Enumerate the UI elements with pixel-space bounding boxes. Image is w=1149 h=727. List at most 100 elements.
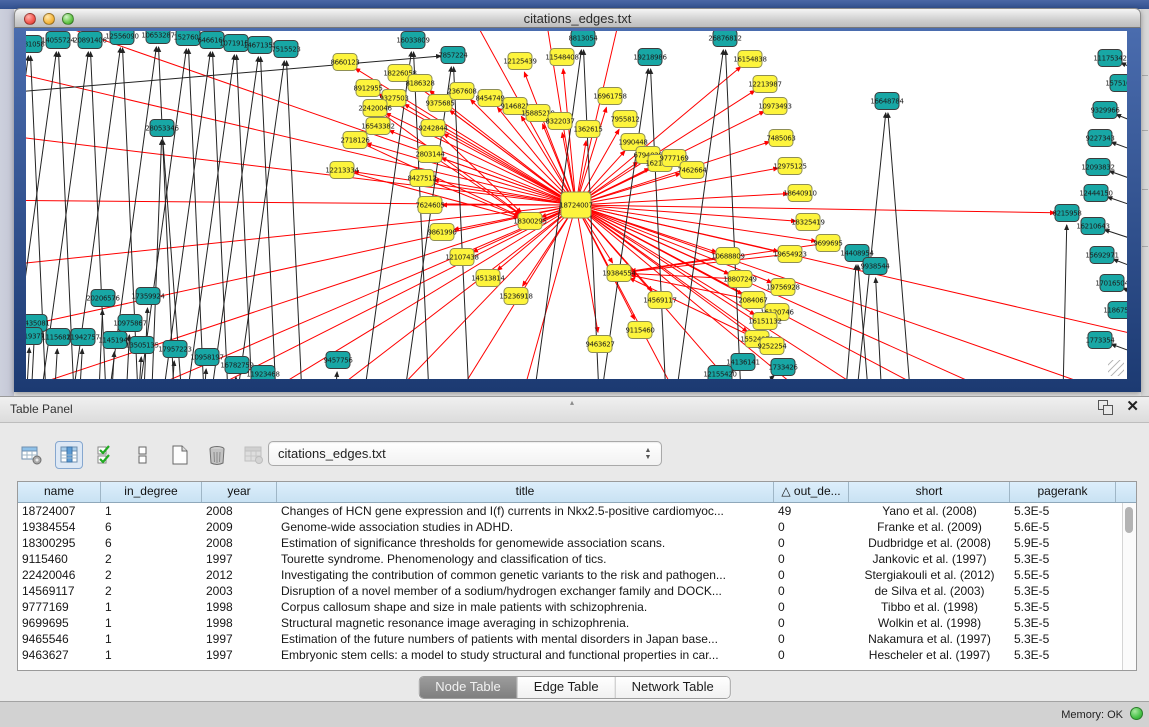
network-window-titlebar[interactable]: citations_edges.txt xyxy=(14,8,1141,28)
table-cell: 0 xyxy=(774,535,849,551)
table-cell: Corpus callosum shape and size in male p… xyxy=(277,599,774,615)
vertical-scrollbar[interactable] xyxy=(1122,503,1136,670)
table-selector-value: citations_edges.txt xyxy=(269,446,639,461)
graph-node-label: 14055724 xyxy=(41,37,75,45)
network-canvas[interactable]: 1872400719384554866012389129551822605893… xyxy=(26,31,1127,379)
tab-edge-table[interactable]: Edge Table xyxy=(518,677,616,698)
network-window[interactable]: citations_edges.txt 18724007193845548660… xyxy=(14,8,1141,392)
zoom-window-button[interactable] xyxy=(62,13,74,25)
deselect-columns-button[interactable] xyxy=(129,441,157,469)
trash-icon xyxy=(206,444,228,466)
import-table-button[interactable] xyxy=(240,441,268,469)
graph-edge xyxy=(576,205,598,332)
graph-node-label: 15751074 xyxy=(1105,80,1127,88)
table-cell: 18724007 xyxy=(18,503,101,519)
graph-node-label: 11923468 xyxy=(246,371,279,379)
table-row[interactable]: 946362711997Embryonic stem cells: a mode… xyxy=(18,647,1136,663)
scrollbar-thumb[interactable] xyxy=(1125,507,1133,533)
table-cell: 2 xyxy=(101,551,202,567)
table-cell: Estimation of significance thresholds fo… xyxy=(277,535,774,551)
close-window-button[interactable] xyxy=(24,13,36,25)
column-header-title[interactable]: title xyxy=(277,482,774,502)
table-selector[interactable]: citations_edges.txt ▲▼ xyxy=(268,441,662,466)
app-screen: citations_edges.txt 18724007193845548660… xyxy=(0,0,1149,727)
create-column-button[interactable] xyxy=(166,441,194,469)
graph-edge xyxy=(1116,114,1127,132)
graph-node-label: 18807249 xyxy=(723,276,756,284)
graph-node-label: 8186328 xyxy=(405,80,434,88)
graph-node-label: 8322037 xyxy=(545,118,574,126)
table-cell: 0 xyxy=(774,519,849,535)
minimize-window-button[interactable] xyxy=(43,13,55,25)
graph-node-label: 1362615 xyxy=(573,126,602,134)
table-row[interactable]: 946554611997Estimation of the future num… xyxy=(18,631,1136,647)
select-columns-button[interactable] xyxy=(92,441,120,469)
table-row[interactable]: 977716911998Corpus callosum shape and si… xyxy=(18,599,1136,615)
table-header-row: namein_degreeyeartitle△ out_de...shortpa… xyxy=(18,482,1136,503)
graph-node-label: 26876812 xyxy=(708,35,741,43)
table-panel-title: Table Panel xyxy=(10,402,73,416)
panel-drag-handle[interactable]: ▴ xyxy=(570,398,574,407)
table-cell: 2008 xyxy=(202,503,277,519)
graph-edge xyxy=(261,57,278,379)
table-cell: Tibbo et al. (1998) xyxy=(849,599,1010,615)
table-cell: 1 xyxy=(101,615,202,631)
table-row[interactable]: 1456911722003Disruption of a novel membe… xyxy=(18,583,1136,599)
table-cell: 5.5E-5 xyxy=(1010,567,1116,583)
show-columns-button[interactable] xyxy=(55,441,83,469)
graph-edge xyxy=(1109,171,1127,189)
graph-node-label: 9463627 xyxy=(585,341,614,349)
table-mode-button[interactable] xyxy=(18,441,46,469)
table-cell: 1998 xyxy=(202,599,277,615)
graph-node-label: 17957223 xyxy=(158,346,191,354)
graph-node-label: 9699695 xyxy=(813,240,842,248)
graph-node-label: 12125439 xyxy=(503,58,536,66)
table-tabs: Node Table Edge Table Network Table xyxy=(418,676,731,699)
tab-node-table[interactable]: Node Table xyxy=(419,677,518,698)
graph-node-label: 7955812 xyxy=(610,116,639,124)
column-header-out_de[interactable]: △ out_de... xyxy=(774,482,849,502)
graph-edge xyxy=(1062,225,1067,379)
float-panel-icon[interactable] xyxy=(1098,400,1112,414)
table-cell: Disruption of a novel member of a sodium… xyxy=(277,583,774,599)
tab-network-table[interactable]: Network Table xyxy=(616,677,730,698)
table-row[interactable]: 911546021997Tourette syndrome. Phenomeno… xyxy=(18,551,1136,567)
table-panel-titlebar[interactable]: ▴ Table Panel ✕ xyxy=(0,397,1149,423)
table-cell: 9463627 xyxy=(18,647,101,663)
table-row[interactable]: 1938455462009Genome-wide association stu… xyxy=(18,519,1136,535)
graph-node-label: 22420046 xyxy=(358,105,392,113)
graph-edge xyxy=(670,50,723,379)
graph-node-label: 14513814 xyxy=(471,275,505,283)
graph-node-label: 1773354 xyxy=(1085,337,1115,345)
table-cell: 2012 xyxy=(202,567,277,583)
table-row[interactable]: 1872400712008Changes of HCN gene express… xyxy=(18,503,1136,519)
table-cell: 9465546 xyxy=(18,631,101,647)
graph-node-label: 7857224 xyxy=(438,52,468,60)
graph-node-label: 7485063 xyxy=(766,135,795,143)
table-cell: Embryonic stem cells: a model to study s… xyxy=(277,647,774,663)
memory-status-indicator[interactable] xyxy=(1130,707,1143,720)
graph-edge xyxy=(205,57,258,379)
network-graph[interactable]: 1872400719384554866012389129551822605893… xyxy=(26,31,1127,379)
graph-node-label: 8813054 xyxy=(568,35,598,43)
column-header-pagerank[interactable]: pagerank xyxy=(1010,482,1116,502)
table-cell: 1 xyxy=(101,647,202,663)
column-header-year[interactable]: year xyxy=(202,482,277,502)
graph-node-label: 9861990 xyxy=(427,229,456,237)
resize-grip[interactable] xyxy=(1108,360,1124,376)
column-header-name[interactable]: name xyxy=(18,482,101,502)
graph-node-label: 12975125 xyxy=(773,163,806,171)
table-cell: 14569117 xyxy=(18,583,101,599)
table-row[interactable]: 969969511998Structural magnetic resonanc… xyxy=(18,615,1136,631)
graph-node-label: 9329966 xyxy=(1090,107,1120,115)
table-cell: 6 xyxy=(101,519,202,535)
column-header-short[interactable]: short xyxy=(849,482,1010,502)
table-row[interactable]: 2242004622012Investigating the contribut… xyxy=(18,567,1136,583)
delete-column-button[interactable] xyxy=(203,441,231,469)
table-cell: 5.3E-5 xyxy=(1010,551,1116,567)
table-row[interactable]: 1830029562008Estimation of significance … xyxy=(18,535,1136,551)
close-panel-icon[interactable]: ✕ xyxy=(1126,400,1139,414)
table-cell: 9699695 xyxy=(18,615,101,631)
column-header-in_degree[interactable]: in_degree xyxy=(101,482,202,502)
graph-node-label: 8912955 xyxy=(353,85,382,93)
